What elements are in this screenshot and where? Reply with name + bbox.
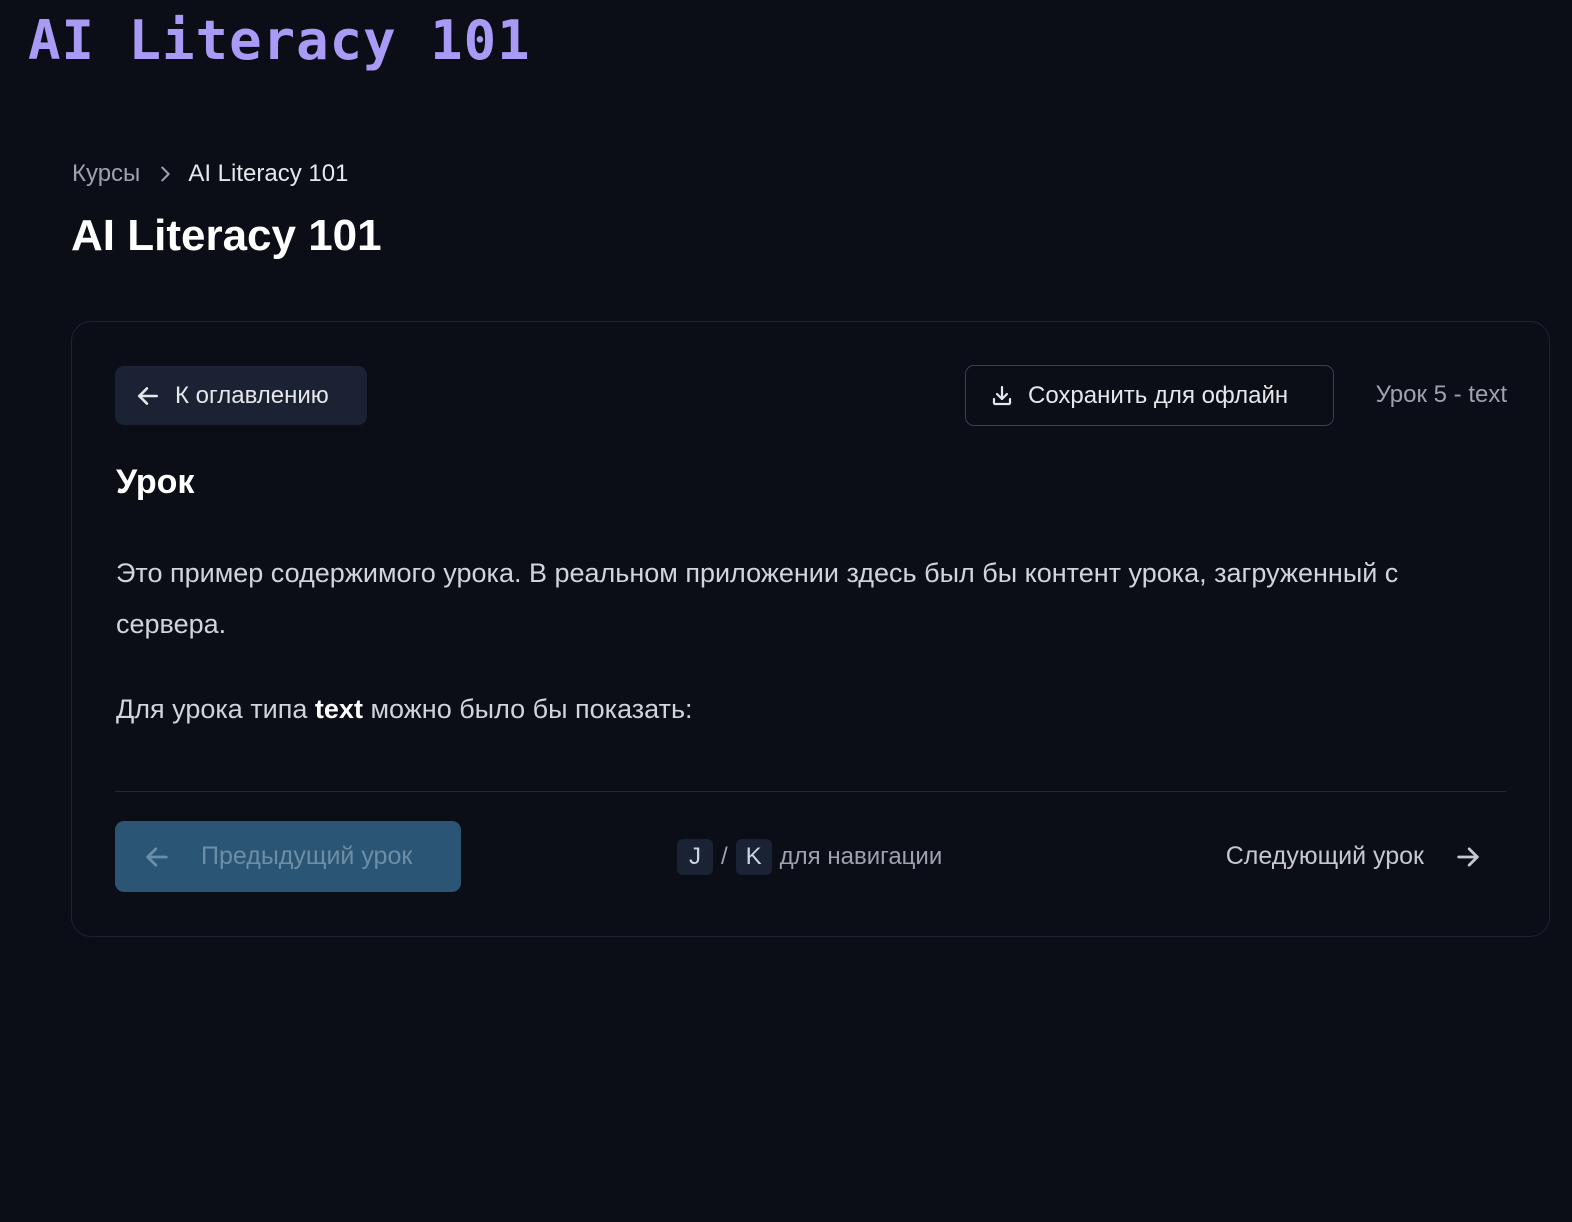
chevron-right-icon xyxy=(154,163,176,185)
lesson-meta: Урок 5 - text xyxy=(1375,381,1507,408)
download-icon xyxy=(990,384,1028,408)
save-offline-label: Сохранить для офлайн xyxy=(1028,381,1289,409)
divider xyxy=(115,791,1506,792)
keyboard-nav-hint: J / K для навигации xyxy=(677,839,942,875)
key-k: K xyxy=(735,839,772,875)
arrow-right-icon xyxy=(1424,843,1482,871)
app-logo[interactable]: AI Literacy 101 xyxy=(28,6,531,76)
page-title: AI Literacy 101 xyxy=(71,211,382,260)
next-lesson-label: Следующий урок xyxy=(1225,842,1424,870)
lesson-heading: Урок xyxy=(116,463,195,501)
lesson-type-paragraph: Для урока типа text можно было бы показа… xyxy=(116,684,1416,735)
key-separator: / xyxy=(721,843,728,870)
next-lesson-button[interactable]: Следующий урок xyxy=(1182,821,1482,892)
nav-hint-text: для навигации xyxy=(779,843,943,870)
lesson-type-suffix: можно было бы показать: xyxy=(370,694,693,724)
back-to-toc-label: К оглавлению xyxy=(175,381,329,409)
key-j: J xyxy=(677,839,713,875)
prev-lesson-label: Предыдущий урок xyxy=(201,842,413,870)
arrow-left-icon xyxy=(135,383,175,409)
breadcrumb: Курсы AI Literacy 101 xyxy=(72,158,348,190)
breadcrumb-current: AI Literacy 101 xyxy=(188,160,349,187)
lesson-card: К оглавлению Сохранить для офлайн Урок 5… xyxy=(71,321,1550,937)
prev-lesson-button[interactable]: Предыдущий урок xyxy=(115,821,461,892)
back-to-toc-button[interactable]: К оглавлению xyxy=(115,366,367,425)
breadcrumb-courses-link[interactable]: Курсы xyxy=(72,158,140,190)
lesson-type-bold: text xyxy=(314,694,363,724)
lesson-type-prefix: Для урока типа xyxy=(116,694,308,724)
arrow-left-icon xyxy=(143,843,201,871)
save-offline-button[interactable]: Сохранить для офлайн xyxy=(965,365,1334,426)
lesson-paragraph: Это пример содержимого урока. В реальном… xyxy=(116,558,1399,639)
